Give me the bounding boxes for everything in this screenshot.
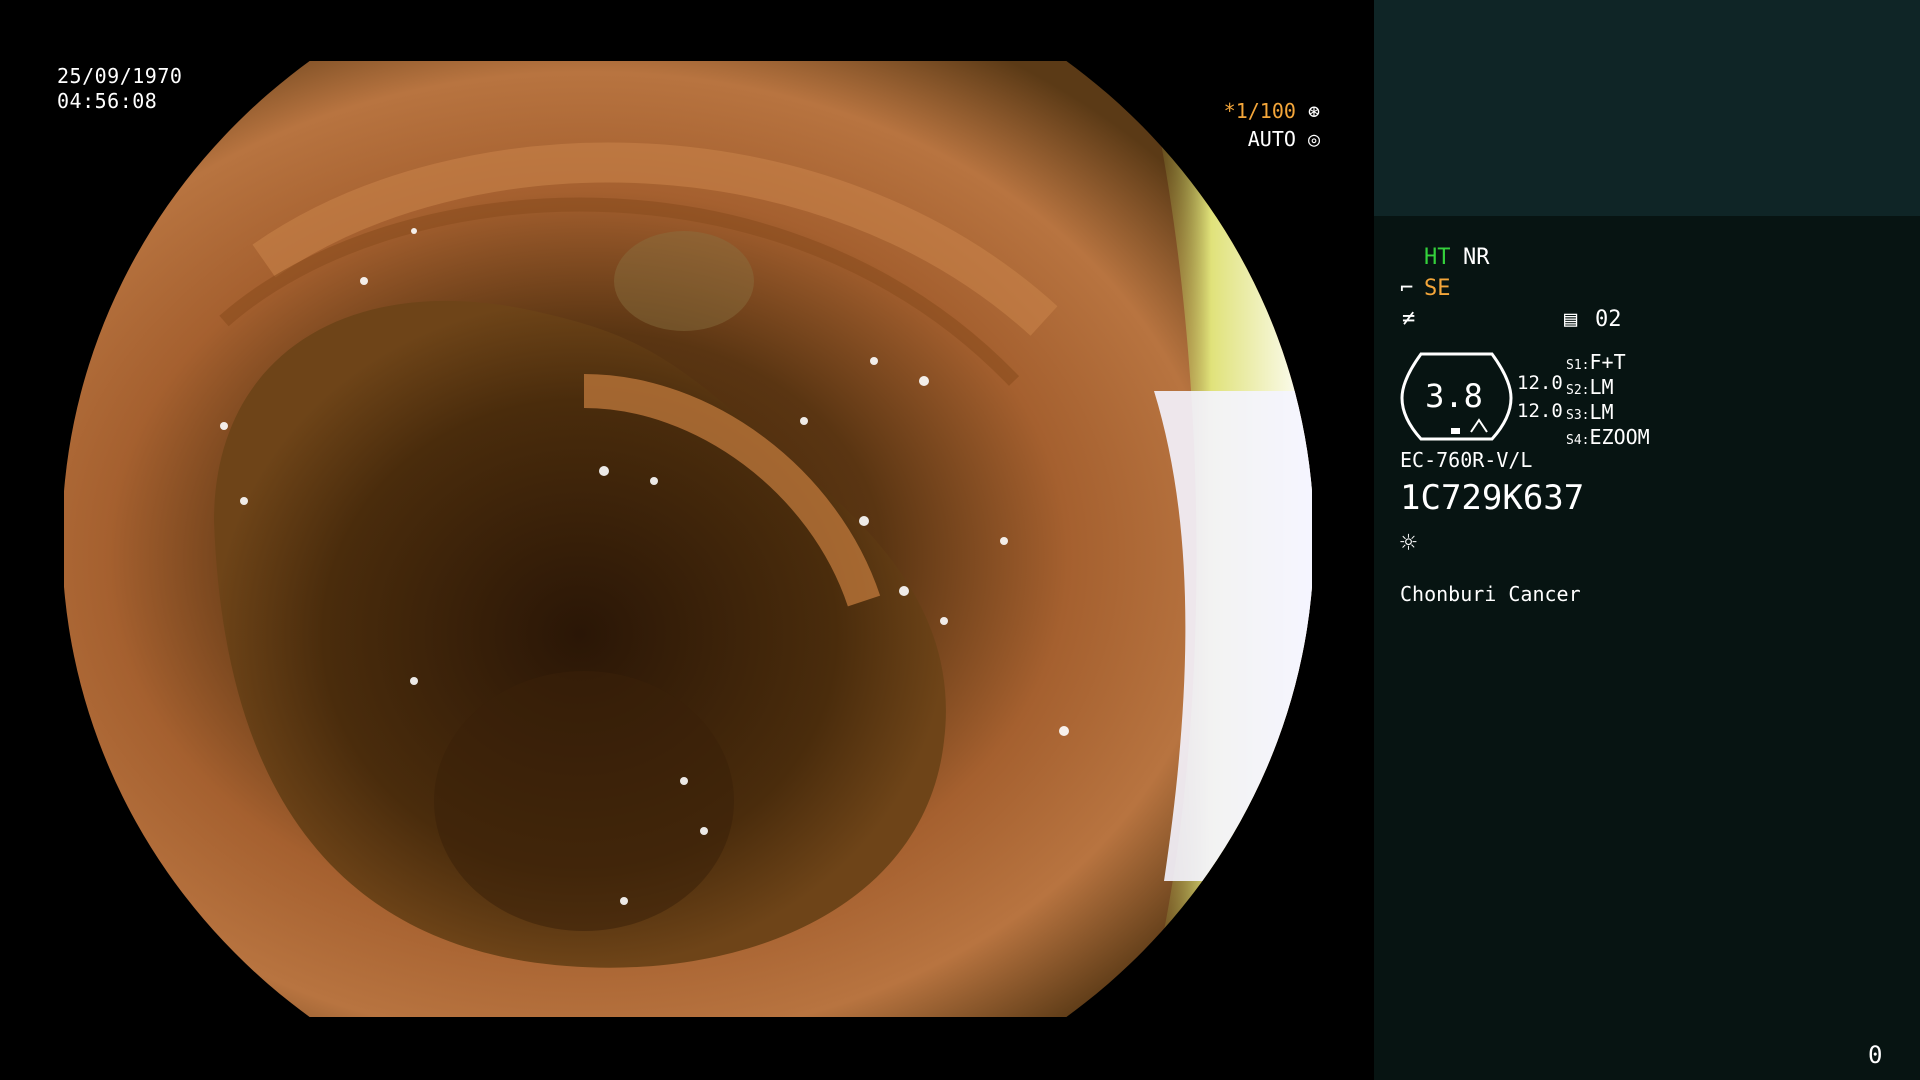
info-panel: [1374, 216, 1920, 1080]
switch-row: S3:LM: [1566, 400, 1614, 424]
switch-row: S2:LM: [1566, 375, 1614, 399]
exam-date: 25/09/1970: [57, 64, 183, 88]
se-indicator: SE: [1424, 276, 1451, 301]
shutter-speed-row: *1/100 ⊛: [0, 99, 1320, 123]
shutter-speed: *1/100: [1223, 99, 1296, 123]
endoscope-video-area: 25/09/1970 04:56:08 *1/100 ⊛ AUTO ◎: [0, 0, 1374, 1080]
aperture-icon: ⊛: [1307, 99, 1320, 123]
endoscopic-image: [64, 61, 1312, 1017]
scope-serial: 1C729K637: [1400, 478, 1585, 518]
exposure-mode-row: AUTO ◎: [0, 127, 1320, 151]
panel-header: [1374, 0, 1920, 216]
switch-list: S1:F+T S2:LM S3:LM S4:EZOOM: [1566, 350, 1650, 450]
structure-enhancement-icon: ⌐: [1400, 276, 1414, 301]
nr-indicator: NR: [1463, 245, 1490, 270]
gauge-top-value: 12.0: [1517, 372, 1563, 394]
colon-lumen-illustration: [64, 61, 1312, 1017]
exposure-mode: AUTO: [1247, 127, 1296, 151]
memory-count: 02: [1595, 307, 1622, 332]
switch-row: S4:EZOOM: [1566, 425, 1650, 449]
iris-icon: ◎: [1307, 127, 1320, 151]
color-tone-icon: ≠: [1402, 306, 1416, 331]
switch-row: S1:F+T: [1566, 350, 1626, 374]
gauge-value: 3.8: [1425, 377, 1483, 415]
gauge-bottom-value: 12.0: [1517, 400, 1563, 422]
light-source-icon: ☼: [1400, 526, 1417, 559]
counter: 0: [1868, 1041, 1883, 1069]
institution-name: Chonburi Cancer: [1400, 582, 1581, 606]
memory-card-icon: ▤: [1564, 307, 1578, 332]
scope-model: EC-760R-V/L: [1400, 448, 1533, 472]
ht-indicator: HT: [1424, 245, 1451, 270]
